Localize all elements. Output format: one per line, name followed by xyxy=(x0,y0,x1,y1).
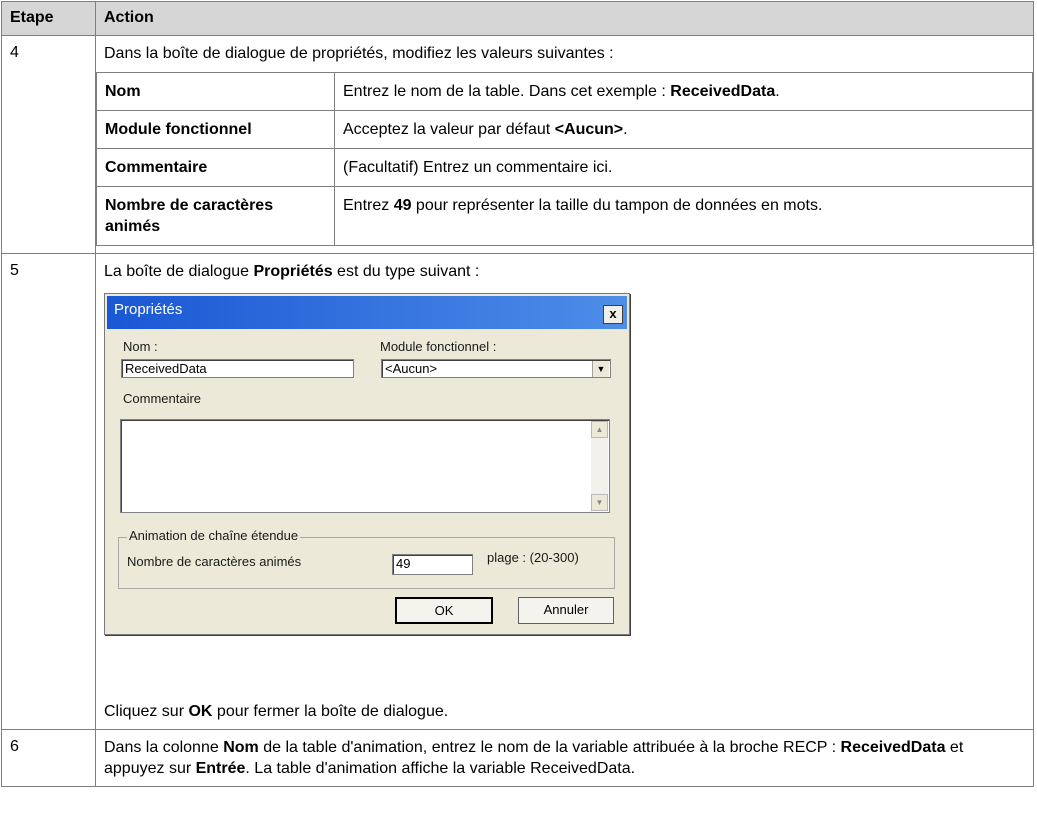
nom-field[interactable]: ReceivedData xyxy=(121,359,354,378)
step-row-5: 5 La boîte de dialogue Propriétés est du… xyxy=(1,253,1034,730)
chevron-down-icon[interactable]: ▼ xyxy=(592,361,609,377)
property-key: Nombre de caractères animés xyxy=(96,186,335,246)
cancel-button[interactable]: Annuler xyxy=(518,597,614,624)
step-action: Dans la boîte de dialogue de propriétés,… xyxy=(95,35,1034,254)
step6-text: Dans la colonne Nom de la table d'animat… xyxy=(104,737,1025,779)
comment-textarea[interactable]: ▲ ▼ xyxy=(120,419,610,513)
step6-bold: Entrée xyxy=(195,760,246,777)
steps-table: Etape Action 4 Dans la boîte de dialogue… xyxy=(1,1,1034,787)
extended-string-animation-group: Animation de chaîne étendue Nombre de ca… xyxy=(118,528,615,589)
procedure-document: Etape Action 4 Dans la boîte de dialogue… xyxy=(0,0,1037,787)
property-row-commentaire: Commentaire (Facultatif) Entrez un comme… xyxy=(96,148,1033,187)
range-label: plage : (20-300) xyxy=(487,550,579,565)
desc-bold: ReceivedData xyxy=(670,83,776,100)
desc-bold: <Aucun> xyxy=(554,121,624,138)
property-key: Commentaire xyxy=(96,148,335,187)
header-action: Action xyxy=(95,1,1034,36)
step-row-6: 6 Dans la colonne Nom de la table d'anim… xyxy=(1,729,1034,787)
module-label: Module fonctionnel : xyxy=(380,339,497,354)
desc-text: . xyxy=(623,121,628,138)
outro-text: pour fermer la boîte de dialogue. xyxy=(212,703,449,720)
step-number: 4 xyxy=(1,35,96,254)
desc-text: Acceptez la valeur par défaut xyxy=(343,121,555,138)
intro-bold: Propriétés xyxy=(253,263,333,280)
close-icon[interactable]: x xyxy=(603,305,623,324)
step-row-4: 4 Dans la boîte de dialogue de propriété… xyxy=(1,35,1034,254)
step5-intro: La boîte de dialogue Propriétés est du t… xyxy=(104,261,1025,282)
step-number: 6 xyxy=(1,729,96,787)
properties-dialog-screenshot: Propriétés x Nom : ReceivedData Module f… xyxy=(104,293,630,635)
desc-text: pour représenter la taille du tampon de … xyxy=(411,197,823,214)
property-row-module: Module fonctionnel Acceptez la valeur pa… xyxy=(96,110,1033,149)
header-step: Etape xyxy=(1,1,96,36)
ok-button[interactable]: OK xyxy=(395,597,493,624)
property-row-nom: Nom Entrez le nom de la table. Dans cet … xyxy=(96,72,1033,111)
step-action: La boîte de dialogue Propriétés est du t… xyxy=(95,253,1034,730)
property-desc: Acceptez la valeur par défaut <Aucun>. xyxy=(334,110,1033,149)
step-number: 5 xyxy=(1,253,96,730)
module-dropdown[interactable]: <Aucun> ▼ xyxy=(381,359,611,378)
property-values-table: Nom Entrez le nom de la table. Dans cet … xyxy=(96,72,1033,246)
property-desc: Entrez le nom de la table. Dans cet exem… xyxy=(334,72,1033,111)
desc-text: . xyxy=(775,83,780,100)
desc-text: (Facultatif) Entrez un commentaire ici. xyxy=(343,159,613,176)
property-desc: Entrez 49 pour représenter la taille du … xyxy=(334,186,1033,246)
step-action: Dans la colonne Nom de la table d'animat… xyxy=(95,729,1034,787)
group-label: Animation de chaîne étendue xyxy=(127,528,301,543)
desc-bold: 49 xyxy=(393,197,412,214)
intro-text: La boîte de dialogue xyxy=(104,263,254,280)
outro-bold: OK xyxy=(188,703,213,720)
nom-label: Nom : xyxy=(123,339,158,354)
dialog-title: Propriétés xyxy=(114,301,183,318)
step6-bold: ReceivedData xyxy=(840,739,946,756)
step4-intro: Dans la boîte de dialogue de propriétés,… xyxy=(104,45,614,62)
step6-bold: Nom xyxy=(223,739,259,756)
outro-text: Cliquez sur xyxy=(104,703,189,720)
step6-fragment: . La table d'animation affiche la variab… xyxy=(245,760,636,777)
comment-label: Commentaire xyxy=(123,391,202,406)
chars-field[interactable]: 49 xyxy=(392,554,473,575)
intro-text: est du type suivant : xyxy=(332,263,480,280)
property-key: Nom xyxy=(96,72,335,111)
scroll-down-icon[interactable]: ▼ xyxy=(591,494,608,511)
module-value: <Aucun> xyxy=(385,361,438,376)
desc-text: Entrez xyxy=(343,197,394,214)
property-desc: (Facultatif) Entrez un commentaire ici. xyxy=(334,148,1033,187)
chars-label: Nombre de caractères animés xyxy=(127,554,302,569)
dialog-titlebar: Propriétés x xyxy=(107,296,627,329)
step5-outro: Cliquez sur OK pour fermer la boîte de d… xyxy=(104,701,1025,722)
vertical-scrollbar[interactable]: ▲ ▼ xyxy=(591,421,608,511)
step6-fragment: Dans la colonne xyxy=(104,739,224,756)
property-key: Module fonctionnel xyxy=(96,110,335,149)
desc-text: Entrez le nom de la table. Dans cet exem… xyxy=(343,83,671,100)
scroll-up-icon[interactable]: ▲ xyxy=(591,421,608,438)
step6-fragment: de la table d'animation, entrez le nom d… xyxy=(258,739,841,756)
property-row-nombre: Nombre de caractères animés Entrez 49 po… xyxy=(96,186,1033,246)
header-row: Etape Action xyxy=(1,1,1034,36)
